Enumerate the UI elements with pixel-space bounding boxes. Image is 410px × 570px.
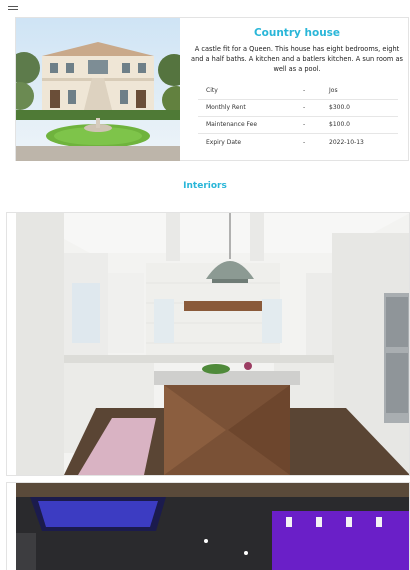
living-room-photo	[16, 483, 409, 570]
detail-value: $100.0	[329, 121, 350, 129]
detail-value: $300.0	[329, 104, 350, 112]
detail-label: City	[206, 87, 218, 95]
detail-value: 2022-10-13	[329, 138, 364, 146]
house-photo	[16, 18, 180, 161]
listing-title: Country house	[253, 27, 341, 39]
detail-row-monthly-rent: Monthly Rent - $300.0	[198, 100, 398, 117]
hamburger-menu-icon[interactable]	[8, 6, 18, 12]
interior-image-frame[interactable]	[6, 482, 410, 570]
detail-row-maintenance-fee: Maintenance Fee - $100.0	[198, 117, 398, 134]
detail-separator: -	[303, 87, 306, 95]
detail-separator: -	[303, 121, 306, 129]
detail-row-city: City - Jos	[198, 83, 398, 100]
listing-card[interactable]: Country house A castle fit for a Queen. …	[15, 17, 409, 161]
interior-image-frame[interactable]	[6, 212, 410, 476]
listing-details-table: City - Jos Monthly Rent - $300.0 Mainten…	[198, 83, 398, 151]
kitchen-photo	[16, 213, 409, 475]
detail-value: Jos	[329, 87, 338, 95]
detail-separator: -	[303, 104, 306, 112]
detail-label: Maintenance Fee	[206, 121, 258, 129]
detail-label: Expiry Date	[206, 138, 242, 146]
interiors-heading: Interiors	[183, 181, 227, 191]
listing-description: A castle fit for a Queen. This house has…	[191, 45, 403, 74]
detail-row-expiry-date: Expiry Date - 2022-10-13	[198, 134, 398, 151]
detail-separator: -	[303, 138, 306, 146]
detail-label: Monthly Rent	[206, 104, 246, 112]
